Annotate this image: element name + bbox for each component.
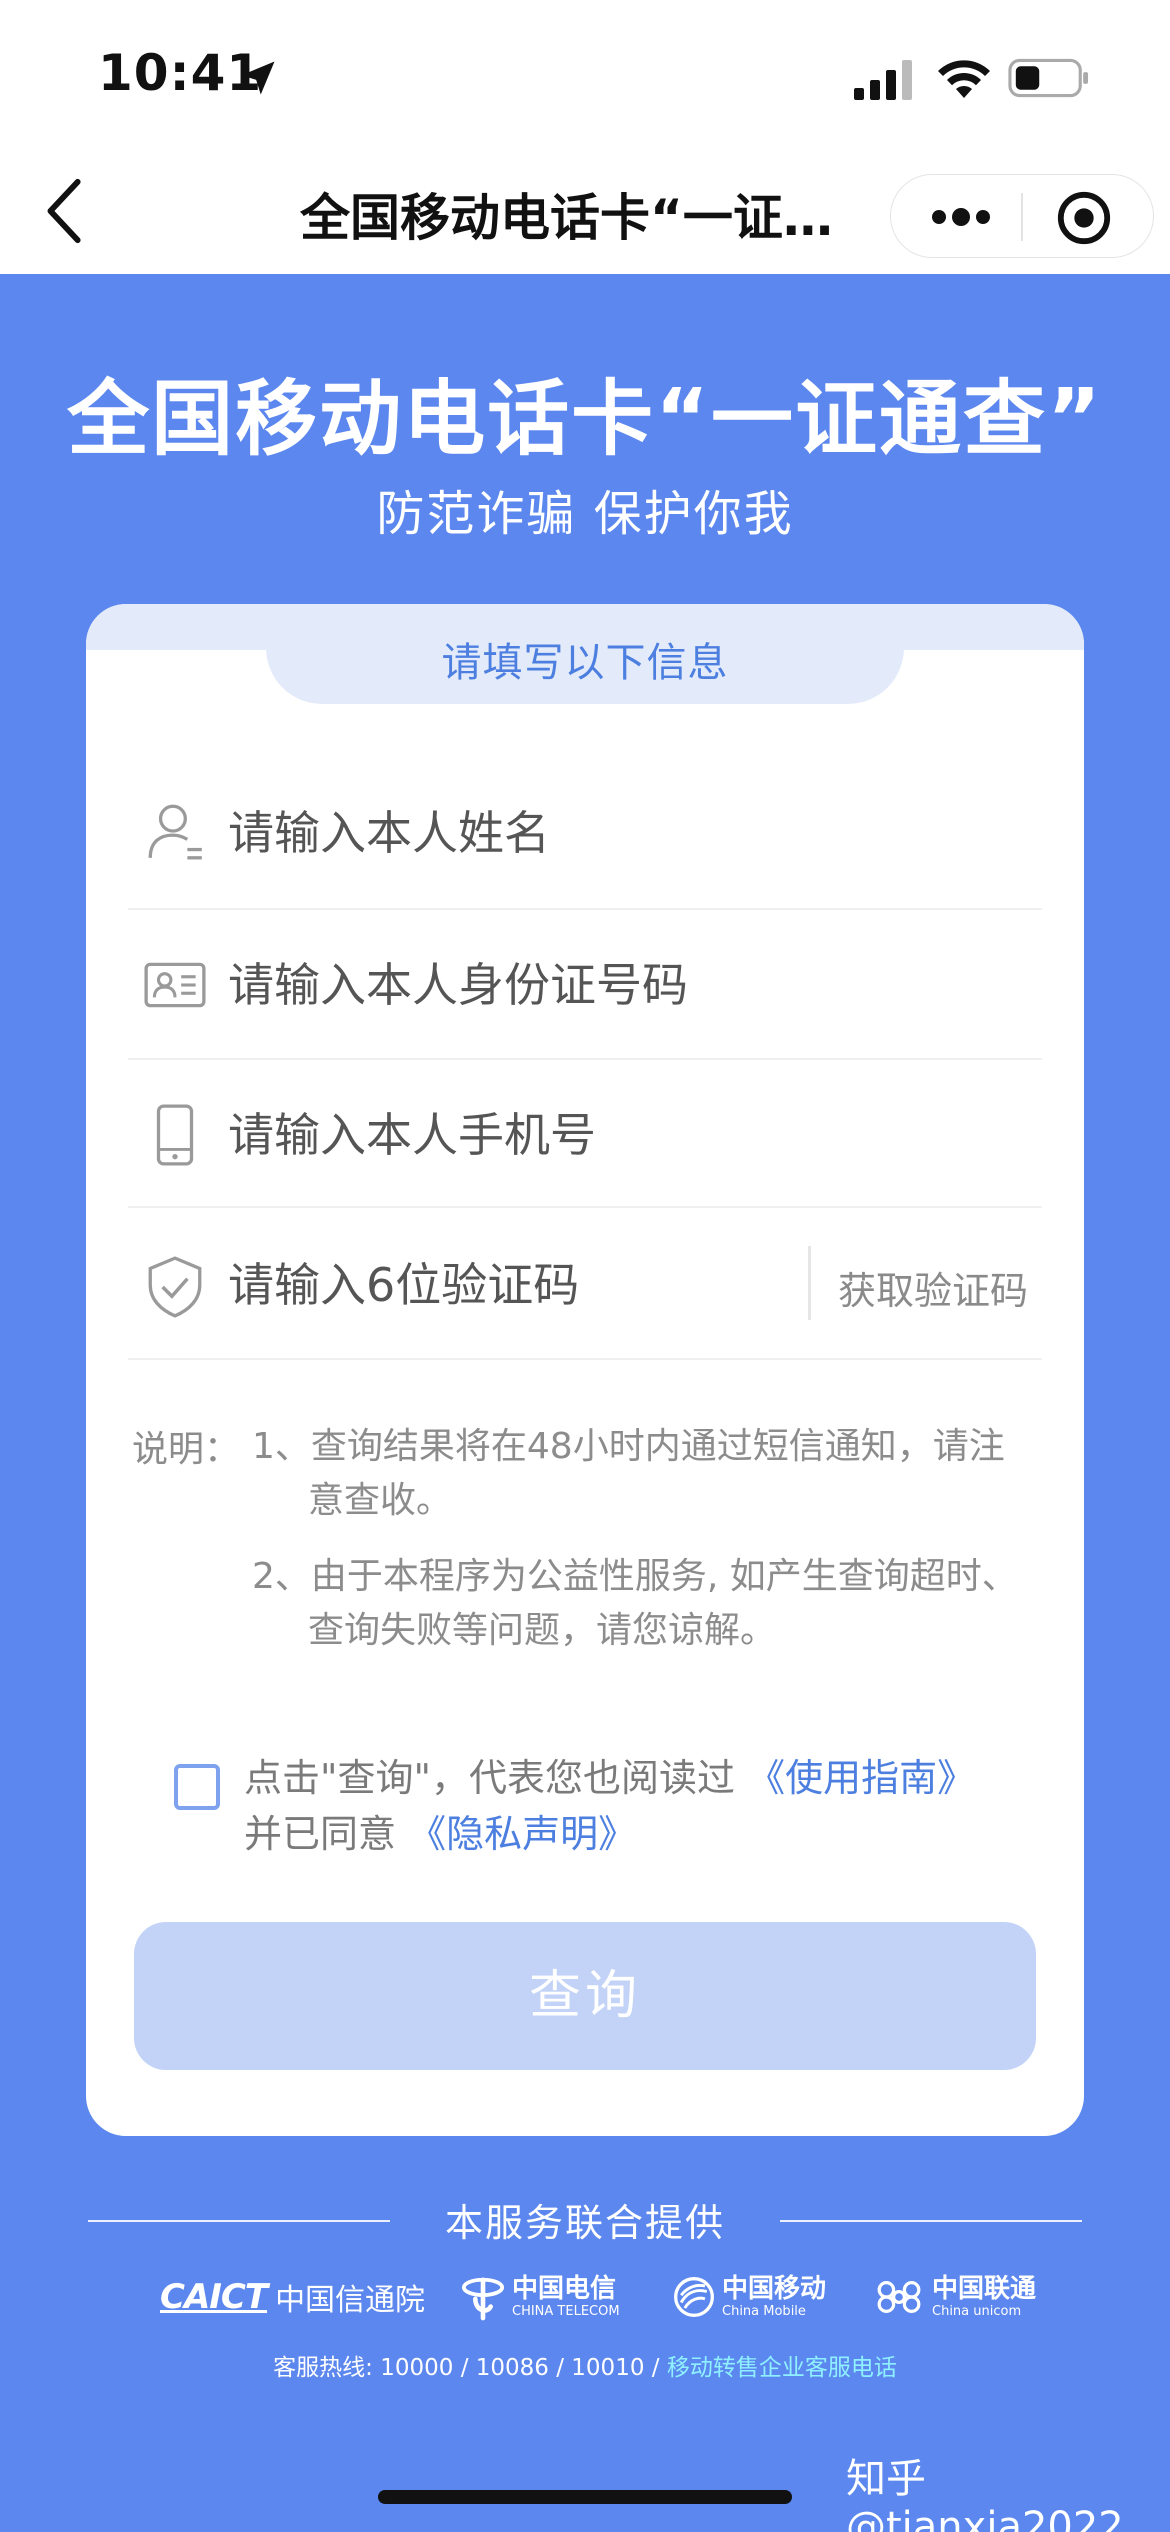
mvno-hotline-link[interactable]: 移动转售企业客服电话 — [667, 2355, 897, 2381]
caict-wordmark: CAICT — [160, 2277, 268, 2317]
caict-logo: CAICT 中国信通院 — [160, 2262, 425, 2332]
mini-program-capsule — [890, 174, 1154, 258]
china-mobile-icon — [674, 2277, 714, 2317]
id-number-input[interactable] — [228, 950, 1008, 1020]
id-card-icon — [144, 962, 206, 1008]
agreement-text: 点击"查询"，代表您也阅读过 《使用指南》 并已同意 《隐私声明》 — [244, 1750, 1044, 1862]
phone-field-row — [128, 1060, 1042, 1208]
home-indicator — [378, 2490, 792, 2504]
phone-input[interactable] — [228, 1100, 1008, 1170]
china-unicom-logo: 中国联通 China unicom — [872, 2262, 1036, 2332]
provided-by-label: 本服务联合提供 — [444, 2201, 725, 2245]
back-chevron-icon[interactable] — [42, 176, 90, 246]
code-field-row: 获取验证码 — [128, 1208, 1042, 1360]
china-telecom-icon — [461, 2277, 505, 2321]
battery-icon — [1008, 58, 1089, 98]
card-header-tab: 请填写以下信息 — [266, 604, 904, 704]
agreement-text-middle: 并已同意 — [244, 1812, 397, 1856]
note-item-1-text: 1、查询结果将在48小时内通过短信通知，请注意查收。 — [252, 1426, 1005, 1521]
person-icon — [148, 804, 202, 860]
phone-icon — [156, 1104, 194, 1166]
signal-icon — [854, 60, 912, 100]
code-divider — [808, 1246, 811, 1320]
telecom-en-name: CHINA TELECOM — [512, 2304, 620, 2319]
name-input[interactable] — [228, 798, 1008, 868]
hotline-text: 客服热线: 10000 / 10086 / 10010 / 移动转售企业客服电话 — [0, 2348, 1170, 2382]
china-telecom-logo: 中国电信 CHINA TELECOM — [460, 2262, 620, 2332]
mobile-en-name: China Mobile — [722, 2304, 806, 2319]
location-arrow-icon — [241, 61, 275, 95]
shield-check-icon — [148, 1256, 202, 1318]
nav-title: 全国移动电话卡“一证通查” — [300, 189, 870, 247]
get-code-button[interactable]: 获取验证码 — [838, 1260, 1028, 1315]
more-dots-icon[interactable] — [929, 195, 993, 239]
watermark: 知乎 @tianxia2022 — [846, 2456, 1124, 2532]
close-target-icon[interactable] — [1055, 189, 1113, 247]
mobile-cn-name: 中国移动 — [722, 2274, 827, 2304]
guide-link[interactable]: 《使用指南》 — [747, 1756, 975, 1800]
china-mobile-logo: 中国移动 China Mobile — [672, 2262, 826, 2332]
note-item-1: 1、查询结果将在48小时内通过短信通知，请注意查收。 — [252, 1420, 1032, 1528]
note-item-2: 2、由于本程序为公益性服务, 如产生查询超时、查询失败等问题，请您谅解。 — [252, 1550, 1032, 1658]
capsule-divider — [1021, 193, 1023, 241]
nav-bar: 全国移动电话卡“一证通查” — [0, 150, 1170, 274]
privacy-link[interactable]: 《隐私声明》 — [408, 1812, 636, 1856]
status-bar: 10:41 — [0, 0, 1170, 150]
hotline-numbers: 客服热线: 10000 / 10086 / 10010 / — [273, 2355, 667, 2381]
name-field-row — [128, 754, 1042, 910]
query-button[interactable]: 查询 — [134, 1922, 1036, 2070]
wifi-icon — [938, 60, 990, 98]
verification-code-input[interactable] — [228, 1250, 788, 1320]
china-unicom-icon — [877, 2280, 921, 2314]
caict-cn-name: 中国信通院 — [275, 2283, 426, 2318]
unicom-en-name: China unicom — [932, 2304, 1022, 2319]
agree-checkbox[interactable] — [174, 1764, 220, 1810]
telecom-cn-name: 中国电信 — [512, 2274, 617, 2304]
notes-label: 说明： — [132, 1429, 241, 1470]
agreement-text-before: 点击"查询"，代表您也阅读过 — [244, 1756, 735, 1800]
hero-subtitle: 防范诈骗 保护你我 — [376, 486, 794, 542]
form-card: 请填写以下信息 请输入本人姓名 请输入本人身份证号码 请输入本人手机号 请输入6… — [86, 604, 1084, 2136]
form-header-label: 请填写以下信息 — [441, 640, 729, 686]
id-field-row — [128, 910, 1042, 1060]
note-item-2-text: 2、由于本程序为公益性服务, 如产生查询超时、查询失败等问题，请您谅解。 — [252, 1556, 1018, 1651]
unicom-cn-name: 中国联通 — [932, 2274, 1037, 2304]
hero-title: 全国移动电话卡“一证通查” — [67, 372, 1103, 467]
